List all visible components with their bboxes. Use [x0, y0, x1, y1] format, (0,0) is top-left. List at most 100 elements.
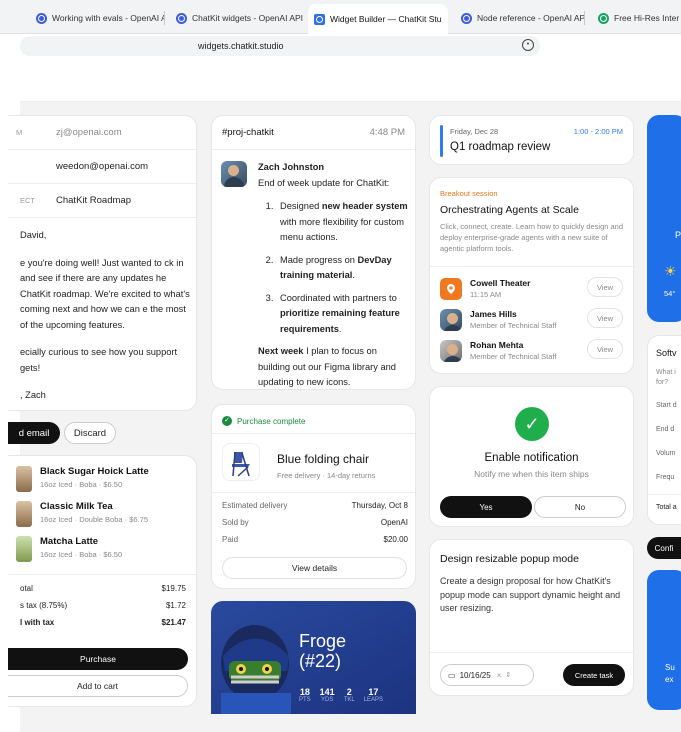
- stat-label: PTS: [299, 697, 311, 703]
- order-item[interactable]: Black Sugar Hoick Latte 16oz Iced · Boba…: [16, 464, 196, 496]
- purchase-button[interactable]: Purchase: [8, 648, 188, 670]
- canvas-bottom: [20, 714, 681, 732]
- message-intro: End of week update for ChatKit:: [258, 177, 390, 188]
- yes-button[interactable]: Yes: [440, 496, 532, 518]
- browser-tab[interactable]: Free Hi-Res Inter: [592, 6, 681, 30]
- stat-value: 141: [319, 687, 335, 697]
- order-item[interactable]: Classic Milk Tea 16oz Iced · Double Boba…: [16, 499, 196, 531]
- item-text: Designed: [280, 201, 322, 211]
- purchase-status: ✓ Purchase complete: [222, 416, 305, 426]
- row-value: Thursday, Oct 8: [351, 501, 408, 510]
- purchase-label: Purchase: [80, 654, 116, 664]
- email-from-row[interactable]: M zj@openai.com: [8, 116, 196, 150]
- url-text[interactable]: widgets.chatkit.studio: [198, 41, 284, 51]
- row-sub: 11:15 AM: [470, 290, 502, 299]
- divider: [212, 492, 415, 493]
- view-details-label: View details: [291, 563, 338, 573]
- promo-text: Su ex: [665, 663, 675, 684]
- task-description: Create a design proposal for how ChatKit…: [440, 576, 621, 613]
- check-circle-icon: ✓: [515, 407, 549, 441]
- discard-label: Discard: [73, 427, 107, 439]
- drink-thumbnail: [16, 501, 32, 527]
- create-task-button[interactable]: Create task: [563, 664, 625, 686]
- sold-by-row: Sold by OpenAI: [222, 518, 408, 527]
- browser-tab[interactable]: ChatKit widgets - OpenAI API: [170, 6, 303, 30]
- weather-temp: 54°: [664, 289, 676, 298]
- send-email-button[interactable]: d email: [8, 422, 60, 444]
- send-label: d email: [18, 427, 50, 439]
- view-button[interactable]: View: [587, 308, 623, 328]
- email-greeting: David,: [20, 230, 47, 240]
- item-name: Classic Milk Tea: [40, 501, 113, 512]
- channel-name: #proj-chatkit: [222, 127, 274, 138]
- sun-cloud-icon: ☀: [664, 263, 677, 279]
- tab-title: Working with evals - OpenAI API: [52, 13, 165, 23]
- openai-favicon-icon: [36, 12, 47, 24]
- paid-row: Paid $20.00: [222, 535, 408, 544]
- notify-subtitle: Notify me when this item ships: [474, 469, 589, 479]
- promo-widget: Su ex: [647, 570, 681, 710]
- email-signoff: , Zach: [20, 390, 46, 400]
- avatar: [440, 340, 462, 362]
- chatkit-favicon-icon: [314, 13, 325, 25]
- form-row-label[interactable]: Volum: [656, 450, 675, 457]
- view-button[interactable]: View: [587, 277, 623, 297]
- confirm-button[interactable]: Confi: [647, 537, 681, 559]
- item-detail: 16oz Iced · Boba · $6.50: [40, 550, 123, 559]
- email-body[interactable]: David, e you're doing well! Just wanted …: [20, 228, 195, 410]
- event-title: Q1 roadmap review: [450, 141, 551, 153]
- location-pin-icon: [440, 278, 462, 300]
- event-color-bar: [440, 125, 443, 157]
- delivery-info: Free delivery · 14-day returns: [277, 471, 376, 480]
- form-row-label[interactable]: End d: [656, 426, 674, 433]
- email-subject-row[interactable]: ECT ChatKit Roadmap: [8, 184, 196, 218]
- view-label: View: [596, 313, 614, 323]
- discard-button[interactable]: Discard: [64, 422, 116, 444]
- stat-value: 17: [368, 687, 379, 697]
- weather-widget: P ☀ 54°: [647, 115, 681, 322]
- form-row-label[interactable]: Frequ: [656, 474, 674, 481]
- calendar-event-widget[interactable]: Friday, Dec 28 1:00 - 2:00 PM Q1 roadmap…: [429, 115, 634, 165]
- tax-row: s tax (8.75%) $1.72: [8, 601, 196, 610]
- email-subject-value: ChatKit Roadmap: [56, 195, 131, 206]
- clear-icon[interactable]: ×: [497, 671, 502, 680]
- subtotal-row: otal $19.75: [8, 584, 196, 593]
- row-name: Rohan Mehta: [470, 340, 524, 350]
- email-to-row[interactable]: weedon@openai.com: [8, 150, 196, 184]
- date-picker[interactable]: ▭ 10/16/25 × ⇕: [440, 664, 534, 686]
- url-box[interactable]: widgets.chatkit.studio •: [20, 36, 540, 56]
- item-detail: 16oz Iced · Boba · $6.50: [40, 480, 123, 489]
- site-settings-icon[interactable]: •: [522, 39, 534, 51]
- browser-tab[interactable]: Working with evals - OpenAI API: [30, 6, 165, 30]
- view-button[interactable]: View: [587, 339, 623, 359]
- tab-title: Node reference - OpenAI API: [477, 13, 585, 23]
- add-to-cart-label: Add to cart: [76, 681, 119, 691]
- chevron-up-down-icon[interactable]: ⇕: [505, 671, 511, 679]
- app-header: [0, 58, 681, 102]
- divider: [648, 494, 681, 495]
- no-button[interactable]: No: [534, 496, 626, 518]
- notify-title: Enable notification: [484, 452, 579, 464]
- item-name: Matcha Latte: [40, 536, 99, 547]
- row-name: James Hills: [470, 309, 517, 319]
- item-bold: new header system: [321, 201, 408, 211]
- email-to-value: weedon@openai.com: [56, 161, 149, 172]
- stat: 18 PTS: [299, 687, 311, 703]
- order-item[interactable]: Matcha Latte 16oz Iced · Boba · $6.50: [16, 534, 196, 566]
- browser-tab[interactable]: Node reference - OpenAI API: [455, 6, 585, 30]
- view-details-button[interactable]: View details: [222, 557, 407, 579]
- chat-body: Zach Johnston End of week update for Cha…: [258, 160, 410, 389]
- browser-tab-active[interactable]: Widget Builder — ChatKit Stu ✕: [308, 4, 448, 34]
- chat-header: #proj-chatkit 4:48 PM: [212, 116, 415, 150]
- row-label: Estimated delivery: [222, 501, 288, 510]
- item-bold: Next week: [258, 346, 304, 356]
- speaker-favicon-icon: [598, 12, 609, 24]
- stat: 2 TKL: [344, 687, 355, 703]
- order-widget: Black Sugar Hoick Latte 16oz Iced · Boba…: [8, 455, 197, 707]
- form-row-label[interactable]: Start d: [656, 402, 677, 409]
- subtotal-label: otal: [20, 584, 33, 593]
- row-label: Paid: [222, 535, 239, 544]
- add-to-cart-button[interactable]: Add to cart: [8, 675, 188, 697]
- stat: 17 LEAPS: [364, 687, 383, 703]
- update-list: Designed new header system with more fle…: [258, 199, 410, 337]
